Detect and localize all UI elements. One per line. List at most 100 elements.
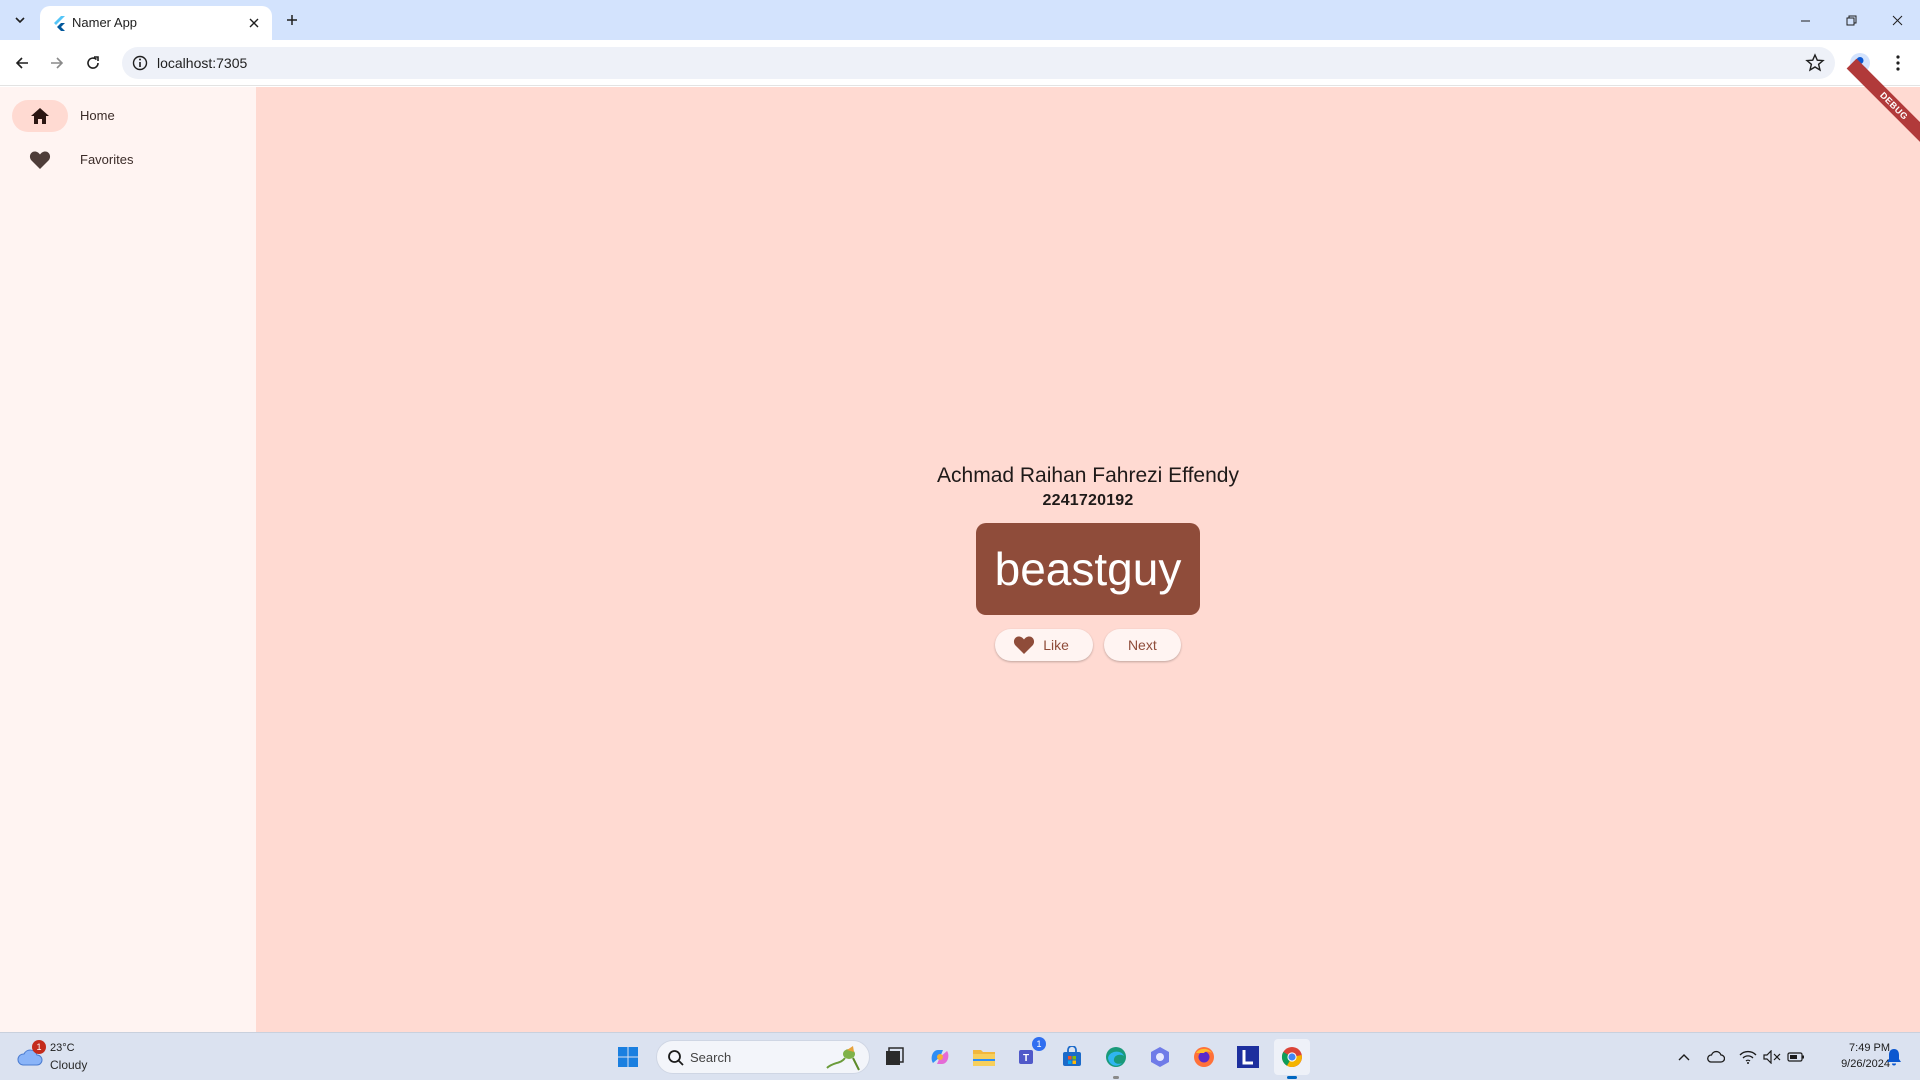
- close-tab-button[interactable]: [244, 13, 264, 33]
- close-window-button[interactable]: [1874, 0, 1920, 40]
- folder-icon: [973, 1050, 995, 1066]
- search-highlight-icon: [826, 1046, 860, 1071]
- info-icon[interactable]: [131, 54, 149, 72]
- restore-button[interactable]: [1828, 0, 1874, 40]
- svg-text:T: T: [1023, 1053, 1029, 1064]
- navigation-rail: Home Favorites: [0, 87, 256, 1032]
- like-button[interactable]: Like: [995, 629, 1093, 661]
- weather-widget[interactable]: 1 23°C Cloudy: [16, 1039, 156, 1075]
- cloud-sync-icon: [1707, 1050, 1725, 1063]
- taskbar-firefox[interactable]: [1186, 1039, 1222, 1075]
- student-name: Achmad Raihan Fahrezi Effendy: [937, 464, 1239, 487]
- firefox-icon: [1194, 1047, 1214, 1067]
- rail-indicator: [12, 144, 68, 176]
- running-indicator: [1113, 1076, 1119, 1079]
- taskbar-chrome[interactable]: [1274, 1039, 1310, 1079]
- tray-wifi[interactable]: [1738, 1047, 1758, 1067]
- heart-icon: [29, 151, 51, 169]
- minimize-icon: [1800, 20, 1810, 21]
- rail-indicator: [12, 100, 68, 132]
- clock-date: 9/26/2024: [1841, 1058, 1890, 1070]
- taskbar-clock[interactable]: 7:49 PM 9/26/2024: [1810, 1040, 1890, 1072]
- rail-item-label: Favorites: [80, 152, 134, 167]
- clock-time: 7:49 PM: [1849, 1042, 1890, 1054]
- taskbar-store[interactable]: [1054, 1039, 1090, 1075]
- word-pair-card: beastguy: [976, 523, 1200, 615]
- notifications-button[interactable]: [1884, 1047, 1904, 1067]
- browser-menu-button[interactable]: [1884, 49, 1912, 77]
- search-icon: [668, 1050, 684, 1066]
- star-icon[interactable]: [1805, 53, 1825, 73]
- taskbar-teams[interactable]: T 1: [1010, 1037, 1046, 1075]
- plus-icon: [287, 15, 297, 25]
- browser-toolbar: localhost:7305: [0, 40, 1920, 86]
- reload-icon: [87, 56, 99, 69]
- more-vert-icon: [1896, 55, 1900, 71]
- taskbar-app-purple[interactable]: [1142, 1039, 1178, 1075]
- like-label: Like: [1043, 637, 1069, 653]
- taskbar: 1 23°C Cloudy Search T 1 7:49 PM 9/26/20…: [0, 1032, 1920, 1080]
- reload-button[interactable]: [79, 49, 107, 77]
- chevron-down-icon: [15, 17, 25, 24]
- battery-icon: [1787, 1052, 1804, 1062]
- forward-button[interactable]: [43, 49, 71, 77]
- home-icon: [31, 108, 49, 124]
- action-buttons: Like Next: [995, 629, 1181, 661]
- tray-battery[interactable]: [1786, 1047, 1806, 1067]
- tab-search-button[interactable]: [7, 7, 33, 33]
- bell-icon: [1887, 1049, 1901, 1066]
- tray-overflow-button[interactable]: [1674, 1047, 1694, 1067]
- app-icon: [1151, 1047, 1169, 1067]
- generator-page: Achmad Raihan Fahrezi Effendy 2241720192…: [256, 58, 1920, 1032]
- flutter-icon: [54, 16, 65, 31]
- chevron-up-icon: [1678, 1054, 1690, 1061]
- namer-app: Home Favorites Achmad Raihan Fahrezi Eff…: [0, 58, 1920, 1032]
- address-bar[interactable]: localhost:7305: [122, 47, 1835, 79]
- tray-onedrive[interactable]: [1706, 1047, 1726, 1067]
- copilot-icon: [931, 1050, 949, 1064]
- taskbar-file-explorer[interactable]: [966, 1039, 1002, 1075]
- store-icon: [1063, 1046, 1081, 1066]
- volume-muted-icon: [1763, 1050, 1781, 1064]
- start-button[interactable]: [610, 1039, 646, 1075]
- new-tab-button[interactable]: [280, 8, 304, 32]
- next-button[interactable]: Next: [1103, 629, 1181, 661]
- student-id: 2241720192: [1042, 492, 1134, 509]
- minimize-button[interactable]: [1782, 0, 1828, 40]
- word-pair-text: beastguy: [994, 543, 1182, 595]
- close-icon: [1892, 15, 1902, 25]
- running-indicator: [1287, 1076, 1297, 1079]
- arrow-right-icon: [51, 57, 64, 69]
- close-icon: [249, 18, 259, 28]
- weather-temperature: 23°C: [50, 1042, 75, 1054]
- taskbar-edge[interactable]: [1098, 1039, 1134, 1079]
- teams-badge: 1: [1032, 1037, 1046, 1051]
- l-app-icon: [1237, 1046, 1259, 1068]
- next-label: Next: [1127, 637, 1157, 653]
- restore-icon: [1846, 15, 1856, 25]
- arrow-left-icon: [15, 57, 28, 69]
- generator-content: Achmad Raihan Fahrezi Effendy 2241720192…: [256, 463, 1920, 661]
- rail-item-favorites[interactable]: Favorites: [0, 140, 256, 180]
- wifi-icon: [1739, 1050, 1757, 1064]
- weather-badge: 1: [32, 1040, 46, 1054]
- taskbar-l-app[interactable]: [1230, 1039, 1266, 1075]
- chrome-icon: [1281, 1047, 1302, 1067]
- task-view-icon: [886, 1047, 904, 1065]
- taskbar-search[interactable]: Search: [656, 1040, 870, 1074]
- rail-item-label: Home: [80, 108, 115, 123]
- back-button[interactable]: [8, 49, 36, 77]
- weather-condition: Cloudy: [50, 1058, 88, 1072]
- task-view-button[interactable]: [876, 1039, 912, 1075]
- rail-item-home[interactable]: Home: [0, 96, 256, 136]
- url-text[interactable]: localhost:7305: [157, 55, 247, 71]
- tab-title: Namer App: [72, 15, 138, 30]
- taskbar-copilot[interactable]: [922, 1039, 958, 1075]
- browser-tab-strip: Namer App: [0, 0, 1920, 40]
- windows-icon: [618, 1047, 638, 1067]
- edge-icon: [1106, 1047, 1126, 1067]
- heart-icon: [1013, 635, 1035, 655]
- tray-volume[interactable]: [1762, 1047, 1782, 1067]
- browser-tab[interactable]: Namer App: [40, 6, 272, 40]
- search-label: Search: [690, 1050, 732, 1065]
